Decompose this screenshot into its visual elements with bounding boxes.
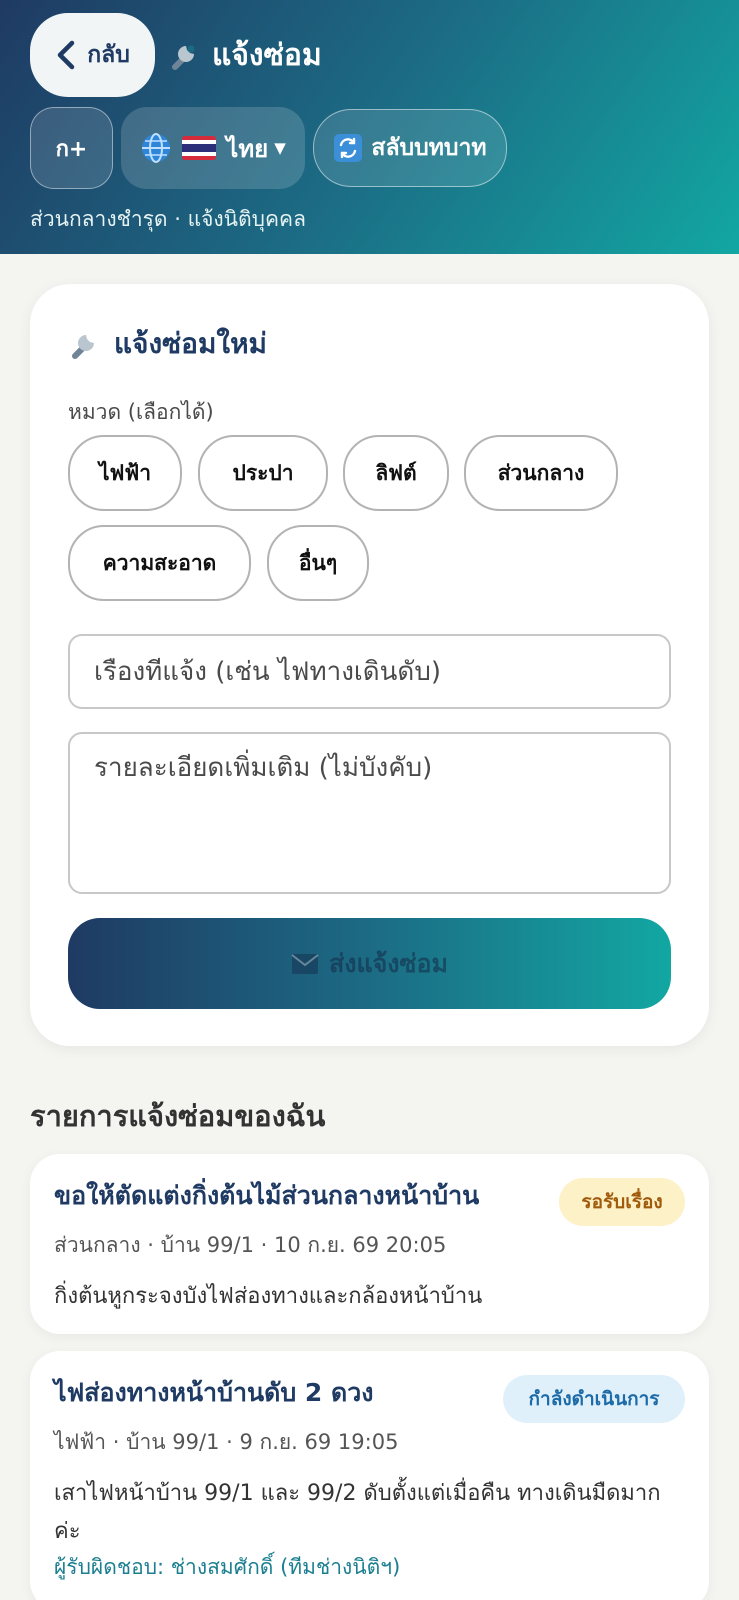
app-header: กลับ แจ้งซ่อม ก+ ไทย ▼ สลับบทบาท ส่วนกลา…	[0, 0, 739, 254]
my-reports-title: รายการแจ้งซ่อมของฉัน	[30, 1099, 326, 1133]
category-label: หมวด (เลือกได้)	[68, 400, 214, 424]
swap-icon	[334, 134, 363, 162]
new-report-card: แจ้งซ่อมใหม่ หมวด (เลือกได้) ไฟฟ้า ประปา…	[30, 284, 709, 1046]
report-title-input[interactable]	[68, 634, 671, 709]
back-button[interactable]: กลับ	[30, 13, 155, 97]
page-title: แจ้งซ่อม	[168, 30, 322, 80]
report-assignee: ผู้รับผิดชอบ: ช่างสมศักดิ์ (ทีมช่างนิติฯ…	[54, 1555, 401, 1579]
thailand-flag-icon	[182, 136, 217, 160]
category-chip-other[interactable]: อื่นๆ	[267, 525, 369, 601]
wrench-icon	[72, 334, 95, 359]
page-title-text: แจ้งซ่อม	[212, 37, 322, 73]
report-description: เสาไฟหน้าบ้าน 99/1 และ 99/2 ดับตั้งแต่เม…	[54, 1481, 661, 1544]
chevron-left-icon	[57, 40, 75, 70]
header-subtitle: ส่วนกลางชำรุด · แจ้งนิติบุคคล	[30, 207, 306, 231]
form-title: แจ้งซ่อมใหม่	[68, 322, 267, 366]
font-size-button[interactable]: ก+	[30, 107, 113, 189]
report-detail-input[interactable]	[68, 732, 671, 894]
category-chip-elevator[interactable]: ลิฟต์	[343, 435, 449, 511]
globe-icon	[142, 133, 171, 163]
switch-role-label: สลับบทบาท	[371, 135, 487, 161]
submit-label: ส่งแจ้งซ่อม	[329, 949, 448, 978]
form-title-text: แจ้งซ่อมใหม่	[114, 327, 267, 360]
submit-report-button[interactable]: ส่งแจ้งซ่อม	[68, 918, 671, 1009]
report-card[interactable]: ขอให้ตัดแต่งกิ่งต้นไม้ส่วนกลางหน้าบ้าน ร…	[30, 1154, 709, 1334]
language-label: ไทย	[226, 134, 269, 163]
caret-down-icon: ▼	[274, 139, 286, 157]
switch-role-button[interactable]: สลับบทบาท	[313, 109, 507, 187]
report-meta: ส่วนกลาง · บ้าน 99/1 · 10 ก.ย. 69 20:05	[54, 1233, 447, 1257]
wrench-icon	[172, 45, 195, 70]
category-chip-common-area[interactable]: ส่วนกลาง	[464, 435, 618, 511]
envelope-icon	[291, 953, 319, 974]
language-select[interactable]: ไทย ▼	[121, 107, 305, 189]
report-title: ไฟส่องทางหน้าบ้านดับ 2 ดวง	[54, 1378, 374, 1407]
report-card[interactable]: ไฟส่องทางหน้าบ้านดับ 2 ดวง กำลังดำเนินกา…	[30, 1351, 709, 1600]
report-description: กิ่งต้นหูกระจงบังไฟส่องทางและกล้องหน้าบ้…	[54, 1284, 483, 1309]
category-chip-cleaning[interactable]: ความสะอาด	[68, 525, 251, 601]
back-label: กลับ	[87, 42, 130, 68]
category-chip-water[interactable]: ประปา	[198, 435, 328, 511]
report-title: ขอให้ตัดแต่งกิ่งต้นไม้ส่วนกลางหน้าบ้าน	[54, 1181, 480, 1210]
category-chip-electric[interactable]: ไฟฟ้า	[68, 435, 182, 511]
status-badge: รอรับเรื่อง	[559, 1178, 685, 1226]
report-meta: ไฟฟ้า · บ้าน 99/1 · 9 ก.ย. 69 19:05	[54, 1430, 399, 1454]
font-size-label: ก+	[55, 136, 88, 162]
status-badge: กำลังดำเนินการ	[503, 1375, 685, 1423]
